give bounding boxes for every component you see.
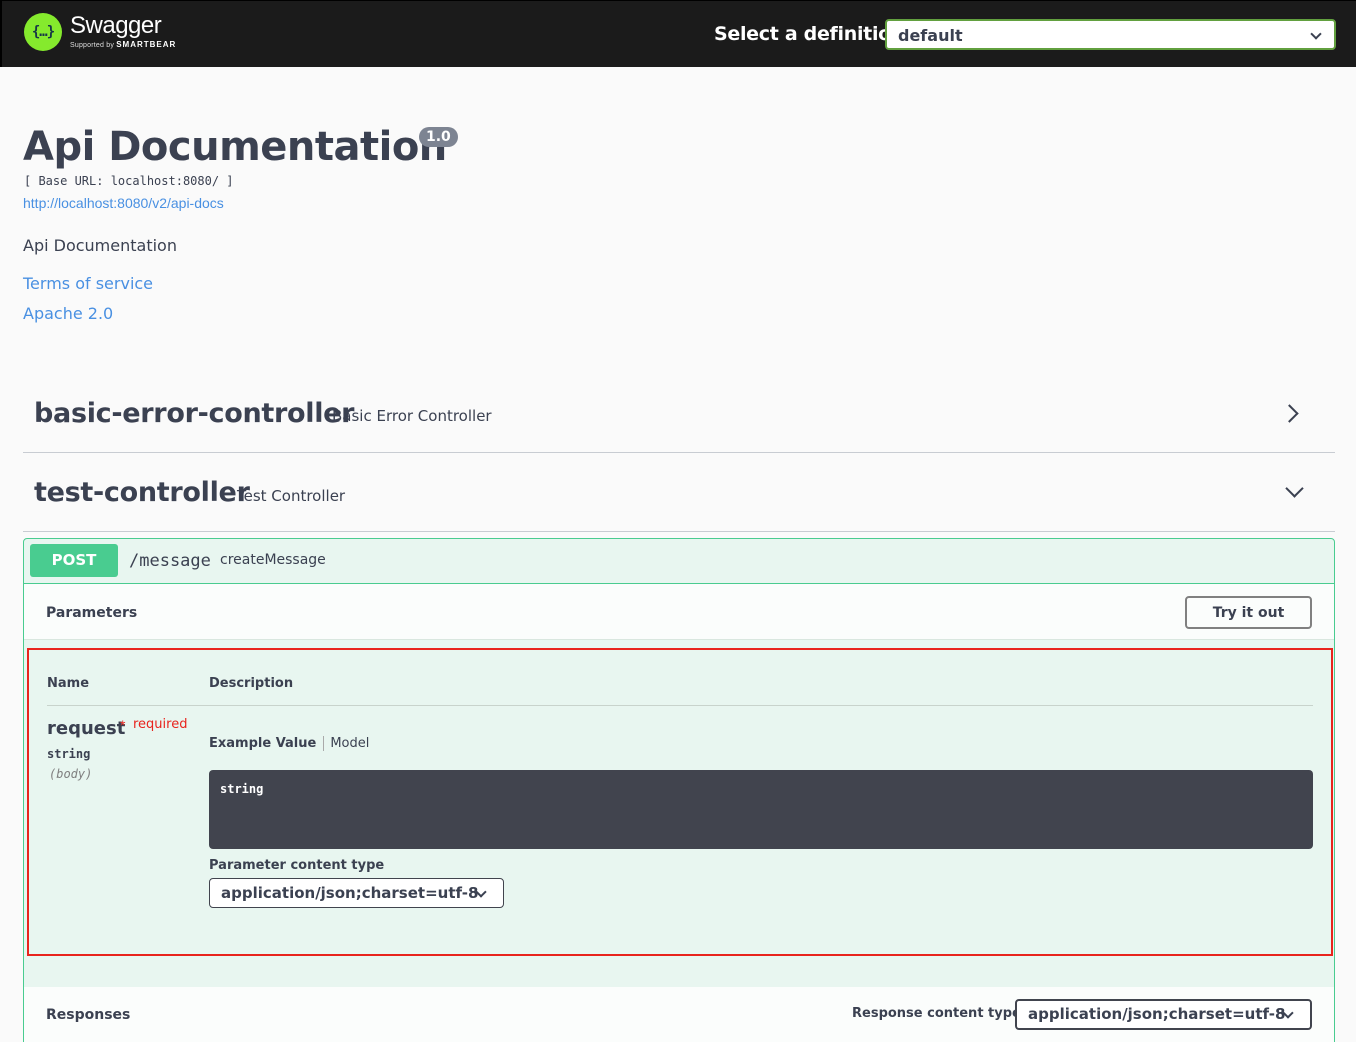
logo-name: Swagger (70, 12, 162, 39)
tag-name: test-controller (34, 477, 250, 508)
tag-basic-error-controller[interactable]: basic-error-controller Basic Error Contr… (23, 376, 1335, 453)
parameter-content-type-select[interactable]: application/json;charset=utf-8 (209, 878, 504, 908)
param-type: string (47, 747, 91, 761)
operation-path: /message (129, 551, 211, 571)
api-description: Api Documentation (23, 236, 177, 255)
api-docs-link[interactable]: http://localhost:8080/v2/api-docs (23, 195, 224, 211)
base-url: [ Base URL: localhost:8080/ ] (24, 174, 234, 188)
example-value-box[interactable]: string (209, 770, 1313, 849)
parameters-header: Parameters Try it out (24, 584, 1334, 640)
operation-summary[interactable]: POST /message createMessage (24, 539, 1334, 584)
terms-of-service-link[interactable]: Terms of service (23, 274, 153, 293)
tag-test-controller[interactable]: test-controller Test Controller (23, 453, 1335, 532)
param-location: (body) (49, 767, 93, 781)
content-type-value: application/json;charset=utf-8 (221, 884, 479, 902)
chevron-right-icon[interactable] (1280, 404, 1299, 423)
try-it-out-button[interactable]: Try it out (1185, 596, 1312, 629)
swagger-logo-icon: {…} (24, 13, 62, 51)
param-name: request (47, 718, 126, 739)
logo-sub-prefix: Supported by (70, 42, 115, 49)
license-link[interactable]: Apache 2.0 (23, 304, 113, 323)
version-badge: 1.0 (419, 127, 458, 147)
parameters-title: Parameters (46, 605, 138, 621)
tab-model[interactable]: Model (324, 736, 369, 751)
content-type-label: Parameter content type (209, 858, 385, 873)
definition-select[interactable]: default (885, 19, 1336, 50)
page-title: Api Documentation (23, 124, 447, 170)
definition-value: default (898, 26, 963, 45)
tag-description: Test Controller (237, 487, 346, 505)
swagger-logo[interactable]: {…} Swagger Supported by SMARTBEAR (24, 13, 176, 51)
example-value: string (220, 782, 264, 796)
col-description-header: Description (209, 676, 294, 691)
operation-post-message: POST /message createMessage Parameters T… (23, 538, 1335, 1042)
col-name-header: Name (47, 676, 90, 691)
tag-description: Basic Error Controller (332, 407, 492, 425)
example-tabs: Example Value Model (209, 736, 369, 751)
definition-label: Select a definition (714, 23, 905, 45)
logo-sub-brand: SMARTBEAR (116, 40, 177, 49)
response-content-type-value: application/json;charset=utf-8 (1028, 1005, 1286, 1023)
chevron-down-icon[interactable] (1285, 479, 1304, 498)
chevron-down-icon (1310, 28, 1322, 40)
response-content-type-select[interactable]: application/json;charset=utf-8 (1015, 999, 1312, 1030)
response-content-type-label: Response content type (852, 1006, 1021, 1021)
required-star: * (120, 717, 126, 733)
parameters-table: Name Description request * required stri… (27, 648, 1333, 956)
tag-name: basic-error-controller (34, 398, 355, 429)
operation-summary-text: createMessage (220, 552, 326, 568)
topbar: {…} Swagger Supported by SMARTBEAR Selec… (0, 0, 1356, 67)
responses-title: Responses (46, 1007, 131, 1023)
required-label: required (133, 717, 188, 732)
tab-example-value[interactable]: Example Value (209, 736, 325, 751)
responses-header: Responses Response content type applicat… (24, 987, 1334, 1042)
method-badge: POST (30, 544, 118, 577)
